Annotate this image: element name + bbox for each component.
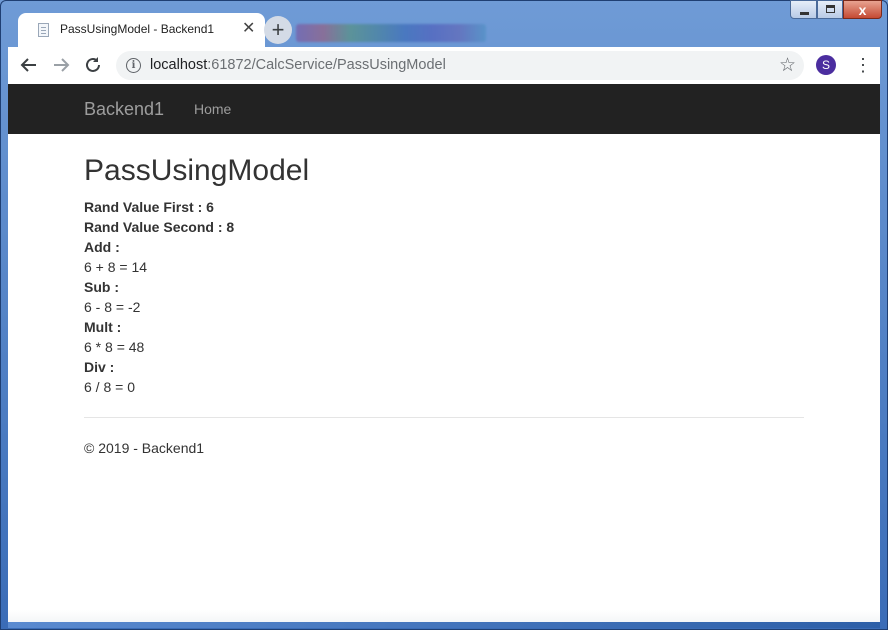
forward-arrow-icon[interactable]	[50, 54, 72, 76]
result-value: 6 / 8 = 0	[84, 379, 135, 395]
browser-tab[interactable]: PassUsingModel - Backend1 ✕	[18, 13, 265, 47]
new-tab-button[interactable]: +	[264, 16, 292, 44]
browser-toolbar: i localhost:61872/CalcService/PassUsingM…	[8, 47, 880, 84]
navbar-brand-link[interactable]: Backend1	[84, 99, 164, 120]
page-title: PassUsingModel	[84, 154, 310, 187]
reload-icon[interactable]	[82, 54, 104, 76]
result-list: Rand Value First : 6 Rand Value Second : …	[84, 200, 234, 400]
divider	[84, 417, 804, 418]
star-icon[interactable]: ☆	[779, 54, 796, 77]
footer-text: © 2019 - Backend1	[84, 440, 205, 456]
result-value: 6 + 8 = 14	[84, 259, 148, 275]
address-bar[interactable]: i localhost:61872/CalcService/PassUsingM…	[116, 51, 804, 80]
info-icon[interactable]: i	[126, 58, 141, 73]
page-viewport: Backend1 Home PassUsingModel Rand Value …	[8, 84, 880, 622]
result-label: Mult :	[84, 319, 122, 335]
result-label: Sub :	[84, 279, 119, 295]
result-value: 6 - 8 = -2	[84, 299, 141, 315]
tab-close-icon[interactable]: ✕	[242, 18, 255, 38]
url-path: :61872/CalcService/PassUsingModel	[207, 57, 446, 73]
browser-window: x PassUsingModel - Backend1 ✕ + i localh…	[0, 0, 888, 630]
blurred-tab-area	[296, 24, 486, 42]
avatar[interactable]: S	[816, 55, 836, 75]
result-label: Div :	[84, 359, 115, 375]
url-host: localhost	[150, 57, 208, 73]
viewport-bottom	[8, 610, 880, 622]
tab-title: PassUsingModel - Backend1	[60, 22, 215, 36]
result-label: Rand Value Second : 8	[84, 219, 235, 235]
url-text[interactable]: localhost:61872/CalcService/PassUsingMod…	[150, 57, 446, 73]
nav-home-link[interactable]: Home	[194, 101, 231, 117]
tab-strip: PassUsingModel - Backend1 ✕ +	[8, 0, 880, 47]
site-navbar: Backend1 Home	[8, 84, 880, 134]
menu-dots-icon[interactable]: ⋮	[854, 54, 872, 76]
window-bottom-edge	[8, 622, 880, 628]
result-label: Add :	[84, 239, 120, 255]
result-value: 6 * 8 = 48	[84, 339, 145, 355]
page-icon	[38, 23, 49, 37]
back-arrow-icon[interactable]	[18, 54, 40, 76]
result-label: Rand Value First : 6	[84, 199, 214, 215]
